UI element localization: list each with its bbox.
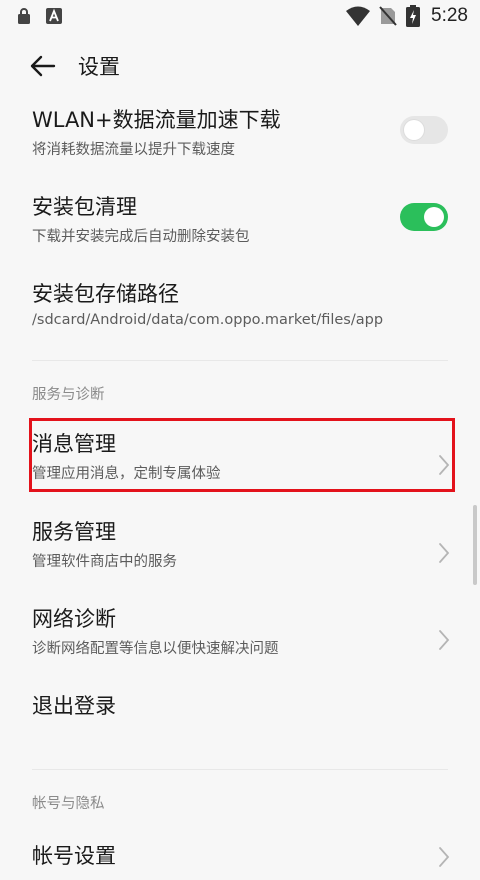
setting-subtitle: 下载并安装完成后自动删除安装包 <box>32 229 250 245</box>
section-header-account: 帐号与隐私 <box>32 796 105 812</box>
setting-subtitle: /sdcard/Android/data/com.oppo.market/fil… <box>32 312 384 328</box>
wlan-accelerate-toggle[interactable] <box>400 116 448 144</box>
chevron-right-icon <box>439 847 450 867</box>
toggle-knob <box>404 120 424 140</box>
status-bar: 5:28 <box>0 0 480 34</box>
setting-title: 退出登录 <box>32 694 116 718</box>
setting-title: 网络诊断 <box>32 607 116 631</box>
setting-subtitle: 管理应用消息，定制专属体验 <box>32 466 221 482</box>
setting-network-diagnosis[interactable]: 网络诊断 诊断网络配置等信息以便快速解决问题 <box>0 603 460 667</box>
lock-notification-icon <box>16 8 32 24</box>
setting-subtitle: 将消耗数据流量以提升下载速度 <box>32 142 235 158</box>
chevron-right-icon <box>439 630 450 650</box>
section-header-service: 服务与诊断 <box>32 387 105 403</box>
setting-account[interactable]: 帐号设置 <box>0 840 460 880</box>
setting-title: 帐号设置 <box>32 844 116 868</box>
app-header: 设置 <box>0 42 480 90</box>
setting-message-management[interactable]: 消息管理 管理应用消息，定制专属体验 <box>0 428 460 492</box>
status-notifications <box>16 8 62 24</box>
arrow-left-icon <box>30 55 56 77</box>
battery-charging-icon <box>406 5 421 27</box>
toggle-knob <box>424 207 444 227</box>
scrollbar[interactable] <box>473 505 477 585</box>
divider <box>32 360 448 361</box>
page-title: 设置 <box>78 55 120 79</box>
package-cleanup-toggle[interactable] <box>400 203 448 231</box>
wifi-icon <box>346 6 371 26</box>
setting-service-management[interactable]: 服务管理 管理软件商店中的服务 <box>0 516 460 580</box>
chevron-right-icon <box>439 543 450 563</box>
setting-subtitle: 管理软件商店中的服务 <box>32 554 177 570</box>
status-time: 5:28 <box>431 5 468 26</box>
a-notification-icon <box>46 8 62 24</box>
setting-title: 服务管理 <box>32 520 116 544</box>
setting-title: 消息管理 <box>32 432 116 456</box>
setting-title: 安装包清理 <box>32 195 137 219</box>
setting-subtitle: 诊断网络配置等信息以便快速解决问题 <box>32 641 279 657</box>
no-sim-icon <box>379 6 397 26</box>
setting-title: 安装包存储路径 <box>32 282 179 306</box>
setting-title: WLAN+数据流量加速下载 <box>32 108 281 132</box>
back-button[interactable] <box>28 52 58 80</box>
setting-package-cleanup[interactable]: 安装包清理 下载并安装完成后自动删除安装包 <box>0 191 460 255</box>
setting-storage-path[interactable]: 安装包存储路径 /sdcard/Android/data/com.oppo.ma… <box>0 278 460 342</box>
divider <box>32 769 448 770</box>
chevron-right-icon <box>439 455 450 475</box>
setting-wlan-accelerate[interactable]: WLAN+数据流量加速下载 将消耗数据流量以提升下载速度 <box>0 104 460 168</box>
status-system-icons: 5:28 <box>346 5 468 27</box>
logout-button[interactable]: 退出登录 <box>0 690 460 730</box>
